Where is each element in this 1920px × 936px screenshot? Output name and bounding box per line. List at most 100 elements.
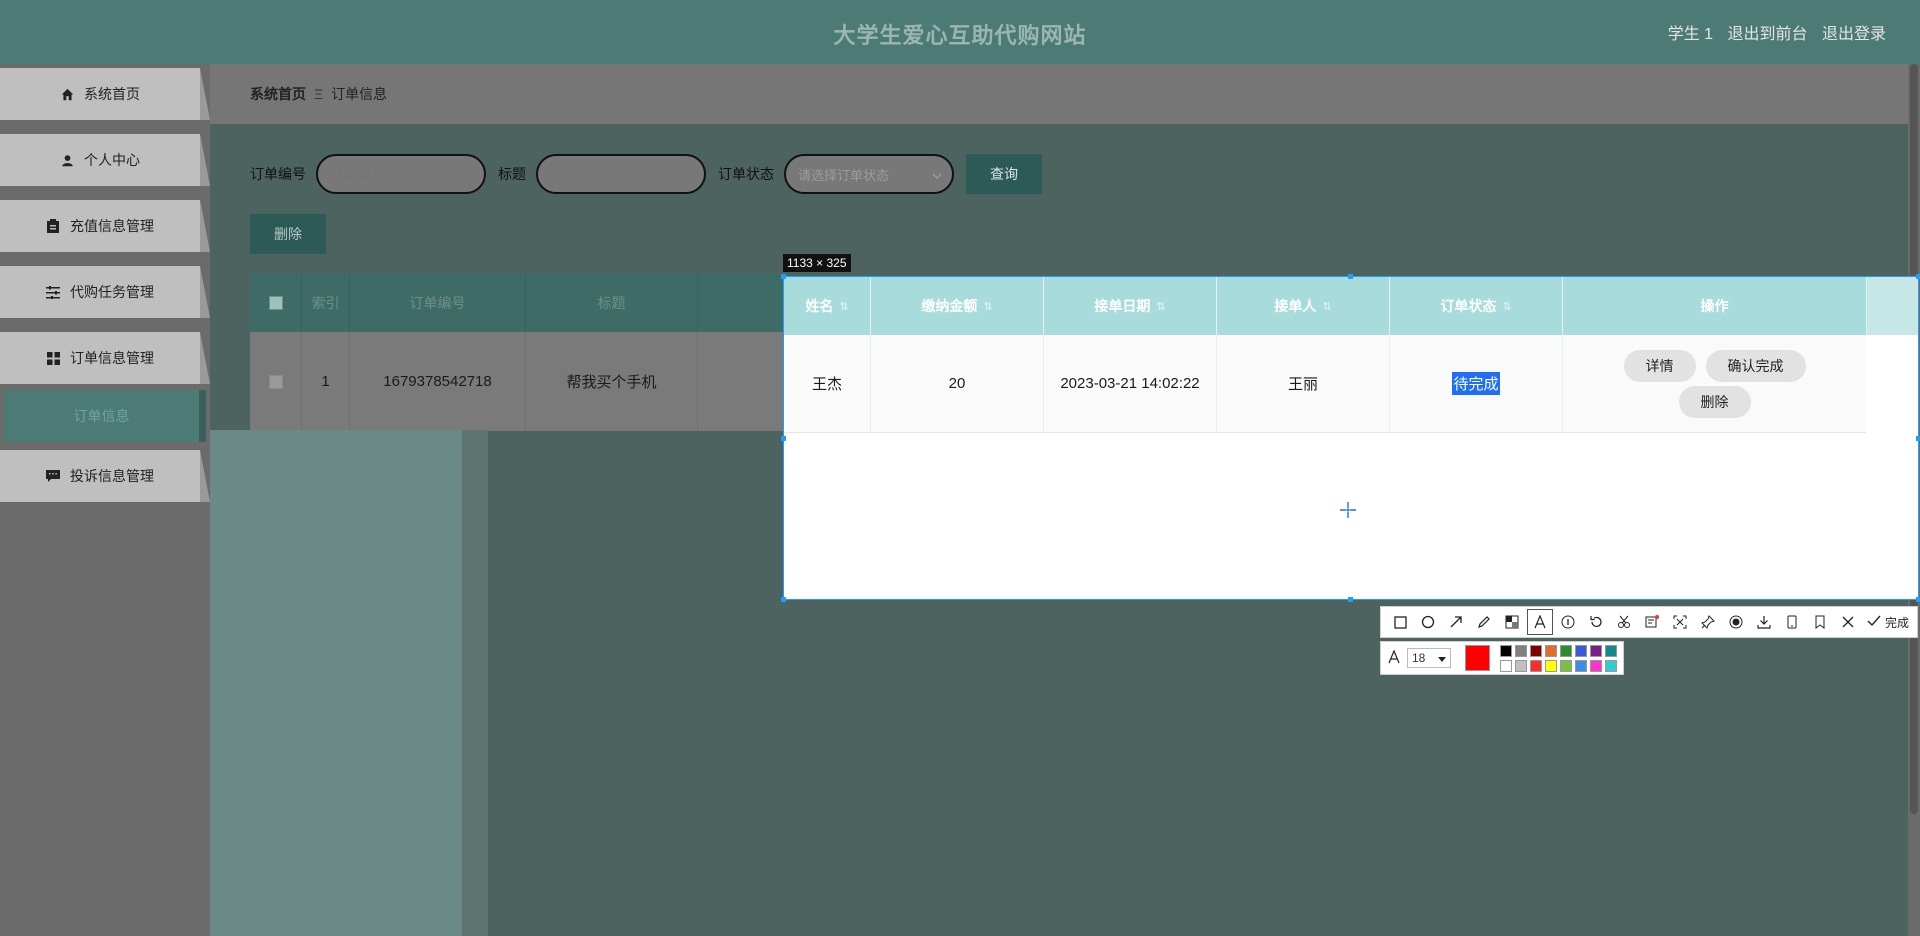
status-label: 订单状态 — [718, 166, 774, 182]
color-swatch[interactable] — [1560, 644, 1572, 657]
title-label: 标题 — [498, 166, 526, 182]
table-header: 索引 订单编号 标题 — [250, 274, 820, 332]
column-header-ops: 操作 — [1700, 298, 1729, 314]
batch-delete-button[interactable]: 删除 — [250, 214, 326, 254]
color-swatch[interactable] — [1515, 659, 1527, 672]
annotation-toolbar: 完成 — [1380, 606, 1918, 638]
row-checkbox[interactable] — [250, 332, 302, 431]
order-no-input[interactable] — [316, 154, 486, 194]
sidebar-item-tasks[interactable]: 代购任务管理 — [0, 266, 210, 318]
resize-handle[interactable] — [1348, 274, 1353, 279]
color-swatch[interactable] — [1605, 659, 1617, 672]
top-header: 大学生爱心互助代购网站 学生 1 退出到前台 退出登录 — [0, 0, 1920, 64]
resize-handle[interactable] — [1916, 597, 1920, 602]
clipboard-icon — [46, 219, 60, 233]
color-swatch[interactable] — [1545, 644, 1557, 657]
color-palette — [1500, 644, 1617, 672]
ocr-tool-icon[interactable] — [1639, 609, 1665, 635]
capture-region[interactable]: 姓名 ⇅ 缴纳金额 ⇅ 接单日期 ⇅ 接单人 ⇅ 订单状态 ⇅ 操作 王杰 20 2023… — [781, 274, 1920, 602]
detail-button[interactable]: 详情 — [1623, 349, 1696, 382]
cutout-tool-icon[interactable] — [1611, 609, 1637, 635]
resize-handle[interactable] — [1916, 274, 1920, 279]
cell-ops: 详情 确认完成 删除 — [1563, 335, 1866, 432]
check-icon — [1867, 615, 1881, 630]
column-header-index: 索引 — [302, 274, 350, 332]
column-header-taker[interactable]: 接单人 ⇅ — [1217, 277, 1390, 335]
order-no-label: 订单编号 — [250, 166, 306, 182]
site-title: 大学生爱心互助代购网站 — [833, 23, 1087, 48]
status-select[interactable]: 请选择订单状态 — [784, 154, 954, 194]
cell-name: 王杰 — [784, 335, 871, 432]
phone-save-icon[interactable] — [1779, 609, 1805, 635]
caret-down-icon — [1438, 651, 1447, 665]
query-button[interactable]: 查询 — [966, 154, 1042, 194]
close-icon[interactable] — [1835, 609, 1861, 635]
breadcrumb-current: 订单信息 — [331, 86, 388, 102]
row-delete-button[interactable]: 删除 — [1678, 385, 1751, 418]
sidebar-item-label: 系统首页 — [84, 86, 140, 102]
undo-icon[interactable] — [1583, 609, 1609, 635]
column-header-order-no: 订单编号 — [350, 274, 526, 332]
sort-icon: ⇅ — [983, 300, 993, 313]
color-swatch[interactable] — [1575, 659, 1587, 672]
sidebar-item-label: 代购任务管理 — [70, 284, 154, 300]
resize-handle[interactable] — [781, 436, 786, 441]
rectangle-tool-icon[interactable] — [1387, 609, 1413, 635]
current-color-swatch[interactable] — [1465, 645, 1490, 671]
cell-date: 2023-03-21 14:02:22 — [1044, 335, 1217, 432]
scan-tool-icon[interactable] — [1667, 609, 1693, 635]
sidebar-item-label: 投诉信息管理 — [70, 468, 154, 484]
breadcrumb-separator: Ξ — [314, 86, 324, 102]
color-swatch[interactable] — [1605, 644, 1617, 657]
resize-handle[interactable] — [781, 274, 786, 279]
pin-icon[interactable] — [1695, 609, 1721, 635]
background-strip — [210, 430, 462, 936]
resize-handle[interactable] — [781, 597, 786, 602]
select-all-checkbox[interactable] — [250, 274, 302, 332]
sidebar-item-home[interactable]: 系统首页 — [0, 68, 210, 120]
logout-link[interactable]: 退出登录 — [1822, 26, 1886, 43]
color-swatch[interactable] — [1560, 659, 1572, 672]
sidebar-subitem-order-info[interactable]: 订单信息 — [4, 390, 206, 442]
color-swatch[interactable] — [1500, 659, 1512, 672]
sidebar-item-profile[interactable]: 个人中心 — [0, 134, 210, 186]
sidebar-item-orders[interactable]: 订单信息管理 — [0, 332, 210, 384]
color-swatch[interactable] — [1590, 644, 1602, 657]
color-swatch[interactable] — [1575, 644, 1587, 657]
sidebar-item-recharge[interactable]: 充值信息管理 — [0, 200, 210, 252]
download-icon[interactable] — [1751, 609, 1777, 635]
confirm-complete-button[interactable]: 确认完成 — [1705, 349, 1806, 382]
search-filter-bar: 订单编号 标题 订单状态 请选择订单状态 查询 — [250, 154, 1042, 194]
numbered-marker-icon[interactable] — [1555, 609, 1581, 635]
ellipse-tool-icon[interactable] — [1415, 609, 1441, 635]
sort-icon: ⇅ — [1322, 300, 1332, 313]
header-user-area: 学生 1 退出到前台 退出登录 — [1658, 20, 1886, 44]
text-tool-icon[interactable] — [1527, 609, 1553, 635]
back-to-front-link[interactable]: 退出到前台 — [1728, 26, 1808, 43]
crosshair-icon — [1340, 502, 1356, 518]
sidebar-item-complaints[interactable]: 投诉信息管理 — [0, 450, 210, 502]
record-icon[interactable] — [1723, 609, 1749, 635]
bookmark-icon[interactable] — [1807, 609, 1833, 635]
font-size-select[interactable]: 18 — [1407, 648, 1452, 668]
color-swatch[interactable] — [1500, 644, 1512, 657]
mosaic-tool-icon[interactable] — [1499, 609, 1525, 635]
arrow-tool-icon[interactable] — [1443, 609, 1469, 635]
column-header-status[interactable]: 订单状态 ⇅ — [1390, 277, 1563, 335]
done-button[interactable]: 完成 — [1867, 614, 1909, 631]
color-swatch[interactable] — [1590, 659, 1602, 672]
resize-handle[interactable] — [1916, 436, 1920, 441]
column-header-date[interactable]: 接单日期 ⇅ — [1044, 277, 1217, 335]
resize-handle[interactable] — [1348, 597, 1353, 602]
color-swatch[interactable] — [1530, 659, 1542, 672]
color-swatch[interactable] — [1545, 659, 1557, 672]
title-input[interactable] — [536, 154, 706, 194]
breadcrumb-home[interactable]: 系统首页 — [250, 84, 306, 104]
column-header-amount[interactable]: 缴纳金额 ⇅ — [871, 277, 1044, 335]
color-swatch[interactable] — [1515, 644, 1527, 657]
color-swatch[interactable] — [1530, 644, 1542, 657]
sort-icon: ⇅ — [1502, 300, 1512, 313]
font-icon — [1387, 648, 1401, 667]
sidebar: 系统首页 个人中心 充值信息管理 代购任务管理 订单信息管理 订单信息 投诉信息… — [0, 64, 210, 936]
pencil-tool-icon[interactable] — [1471, 609, 1497, 635]
